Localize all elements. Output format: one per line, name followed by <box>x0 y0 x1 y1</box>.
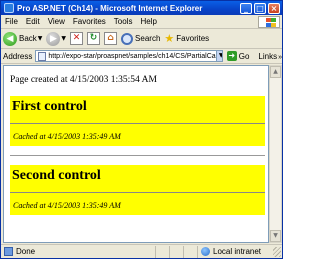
divider <box>10 123 265 124</box>
vertical-scrollbar[interactable]: ▲ ▼ <box>269 65 282 243</box>
stop-icon: ✕ <box>70 32 84 45</box>
second-control-cached-text: Cached at 4/15/2003 1:35:49 AM <box>13 201 121 210</box>
favorites-label: Favorites <box>176 34 210 43</box>
menu-favorites[interactable]: Favorites <box>69 17 110 26</box>
status-pane <box>183 245 197 258</box>
status-pane <box>155 245 169 258</box>
menu-bar: File Edit View Favorites Tools Help <box>1 15 282 29</box>
address-label: Address <box>3 51 33 61</box>
refresh-button[interactable]: ↻ <box>87 32 101 45</box>
zone-label: Local intranet <box>213 247 262 256</box>
links-button[interactable]: Links» <box>258 52 282 61</box>
window-title: Pro ASP.NET (Ch14) - Microsoft Internet … <box>17 3 203 13</box>
title-bar[interactable]: Pro ASP.NET (Ch14) - Microsoft Internet … <box>1 1 282 15</box>
address-bar: Address http://expo-star/proaspnet/sampl… <box>1 49 282 64</box>
chevron-down-icon[interactable]: ▼ <box>215 51 222 61</box>
divider <box>10 155 265 156</box>
back-button[interactable]: ◀ Back ▼ <box>3 31 43 46</box>
menu-help[interactable]: Help <box>136 17 160 26</box>
standard-toolbar: ◀ Back ▼ ▶ ▼ ✕ ↻ ⌂ Search ★ Favorites <box>1 29 282 49</box>
first-control-panel: First control Cached at 4/15/2003 1:35:4… <box>10 96 265 146</box>
page-done-icon <box>4 247 13 256</box>
address-url[interactable]: http://expo-star/proaspnet/samples/ch14/… <box>48 53 215 60</box>
status-text: Done <box>16 247 36 256</box>
scroll-up-icon[interactable]: ▲ <box>270 66 281 78</box>
go-button[interactable]: ➜ Go <box>226 51 250 61</box>
chevron-down-icon[interactable]: ▼ <box>38 35 43 42</box>
links-label: Links <box>258 51 278 61</box>
windows-logo-icon <box>258 16 280 28</box>
menu-edit[interactable]: Edit <box>22 17 44 26</box>
menu-file[interactable]: File <box>1 17 22 26</box>
search-icon <box>121 32 134 45</box>
status-bar: Done Local intranet <box>1 244 282 258</box>
scroll-down-icon[interactable]: ▼ <box>270 230 281 242</box>
security-zone[interactable]: Local intranet <box>197 245 273 258</box>
page-created-text: Page created at 4/15/2003 1:35:54 AM <box>10 75 157 85</box>
search-label: Search <box>135 34 161 43</box>
menu-tools[interactable]: Tools <box>110 17 137 26</box>
favorites-icon: ★ <box>164 31 175 45</box>
divider <box>10 192 265 193</box>
resize-grip-icon[interactable] <box>273 246 281 257</box>
back-label: Back <box>19 34 37 43</box>
home-icon: ⌂ <box>104 32 118 45</box>
stop-button[interactable]: ✕ <box>70 32 84 45</box>
search-button[interactable]: Search <box>121 32 161 45</box>
globe-icon <box>201 247 210 256</box>
page-icon <box>38 51 47 61</box>
go-arrow-icon: ➜ <box>226 51 237 61</box>
first-control-heading: First control <box>12 99 87 114</box>
address-input[interactable]: http://expo-star/proaspnet/samples/ch14/… <box>35 50 223 62</box>
refresh-icon: ↻ <box>87 32 101 45</box>
go-label: Go <box>238 51 250 61</box>
favorites-button[interactable]: ★ Favorites <box>164 31 210 45</box>
close-button[interactable]: × <box>268 2 280 14</box>
browser-window: Pro ASP.NET (Ch14) - Microsoft Internet … <box>0 0 283 259</box>
status-pane <box>169 245 183 258</box>
forward-icon: ▶ <box>46 31 61 46</box>
second-control-panel: Second control Cached at 4/15/2003 1:35:… <box>10 165 265 215</box>
chevron-down-icon[interactable]: ▼ <box>61 35 66 42</box>
first-control-cached-text: Cached at 4/15/2003 1:35:49 AM <box>13 132 121 141</box>
home-button[interactable]: ⌂ <box>104 32 118 45</box>
back-icon: ◀ <box>3 31 17 46</box>
second-control-heading: Second control <box>12 168 101 183</box>
forward-button[interactable]: ▶ ▼ <box>46 31 66 46</box>
menu-view[interactable]: View <box>44 17 69 26</box>
minimize-button[interactable]: _ <box>240 2 252 14</box>
chevron-right-icon: » <box>278 53 282 61</box>
ie-app-icon[interactable] <box>4 3 14 13</box>
maximize-button[interactable]: □ <box>254 2 266 14</box>
page-content: Page created at 4/15/2003 1:35:54 AM Fir… <box>3 65 269 243</box>
status-panes: Local intranet <box>155 245 282 258</box>
